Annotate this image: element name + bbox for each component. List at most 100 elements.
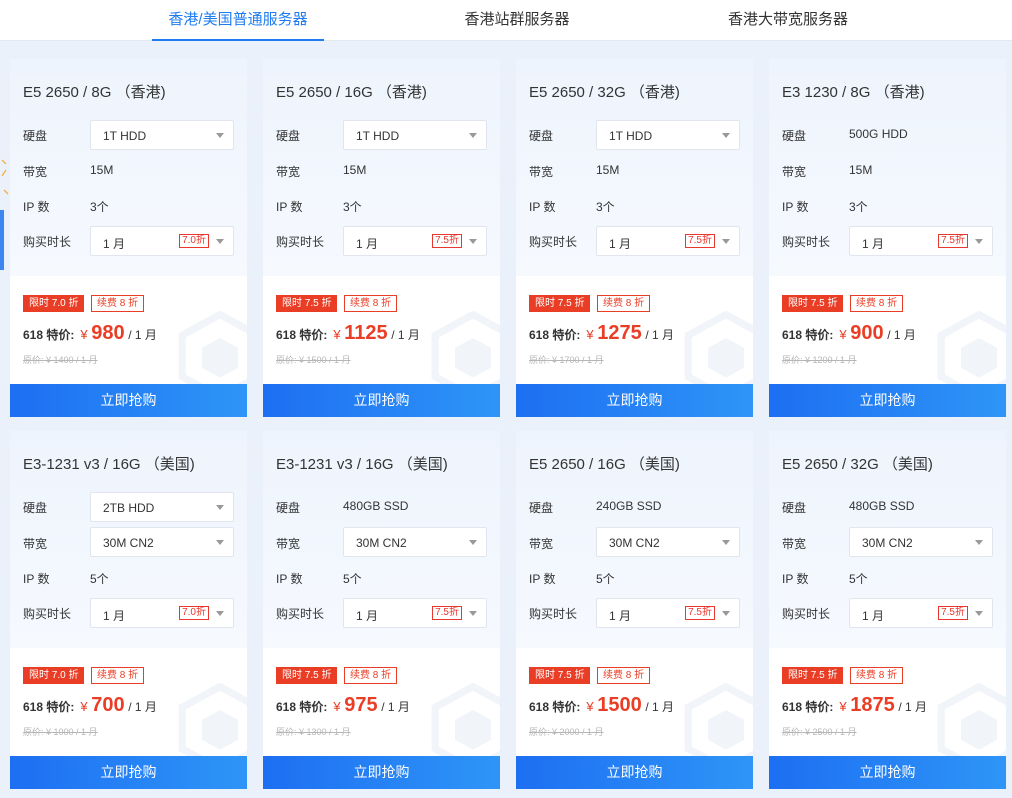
sale-price-value: 1500 bbox=[597, 694, 642, 716]
chevron-down-icon bbox=[722, 133, 730, 138]
sale-price: 618 特价: ¥ 1875 / 1 月 bbox=[782, 694, 927, 722]
disk-select[interactable]: 1T HDD bbox=[596, 120, 740, 150]
product-card-3: E5 2650 / 32G （香港) 硬盘 1T HDD 带宽 15M IP 数… bbox=[516, 59, 753, 417]
renewal-discount-badge: 续费 8 折 bbox=[344, 667, 398, 684]
product-card-4: E3 1230 / 8G （香港) 硬盘 500G HDD 带宽 15M IP … bbox=[769, 59, 1006, 417]
duration-select[interactable]: 1 月 7.5折 bbox=[343, 598, 487, 628]
duration-value: 1 月 bbox=[103, 609, 126, 623]
currency-symbol: ¥ bbox=[839, 327, 847, 342]
limited-discount-badge: 限时 7.5 折 bbox=[276, 295, 338, 312]
original-price: 原价: ¥ 1400 / 1 月 bbox=[23, 355, 98, 365]
disk-label: 硬盘 bbox=[276, 501, 301, 515]
duration-value: 1 月 bbox=[356, 237, 379, 251]
buy-now-button[interactable]: 立即抢购 bbox=[516, 384, 753, 417]
sale-price-label: 618 特价: bbox=[529, 700, 581, 714]
buy-now-button[interactable]: 立即抢购 bbox=[516, 756, 753, 789]
tab-bar: 香港/美国普通服务器 香港站群服务器 香港大带宽服务器 bbox=[0, 0, 1012, 41]
product-card-2: E5 2650 / 16G （香港) 硬盘 1T HDD 带宽 15M IP 数… bbox=[263, 59, 500, 417]
tab-hk-us-standard[interactable]: 香港/美国普通服务器 bbox=[152, 0, 324, 41]
chevron-down-icon bbox=[469, 239, 477, 244]
duration-value: 1 月 bbox=[862, 237, 885, 251]
bandwidth-label: 带宽 bbox=[782, 165, 807, 179]
sale-price: 618 特价: ¥ 975 / 1 月 bbox=[276, 694, 410, 722]
discount-tag: 7.5折 bbox=[685, 606, 715, 620]
price-unit: / 1 月 bbox=[887, 328, 916, 342]
disk-value: 1T HDD bbox=[103, 129, 147, 143]
bandwidth-value: 30M CN2 bbox=[356, 536, 407, 550]
discount-tag: 7.5折 bbox=[938, 606, 968, 620]
disk-select[interactable]: 1T HDD bbox=[90, 120, 234, 150]
bandwidth-select[interactable]: 30M CN2 bbox=[849, 527, 993, 557]
duration-label: 购买时长 bbox=[276, 607, 325, 621]
limited-discount-badge: 限时 7.5 折 bbox=[529, 295, 591, 312]
duration-select[interactable]: 1 月 7.5折 bbox=[343, 226, 487, 256]
price-unit: / 1 月 bbox=[381, 700, 410, 714]
duration-select[interactable]: 1 月 7.5折 bbox=[849, 598, 993, 628]
bandwidth-select[interactable]: 30M CN2 bbox=[596, 527, 740, 557]
chevron-down-icon bbox=[722, 239, 730, 244]
sale-price-label: 618 特价: bbox=[782, 328, 834, 342]
bandwidth-value: 15M bbox=[849, 163, 873, 177]
sale-price: 618 特价: ¥ 1125 / 1 月 bbox=[276, 322, 420, 350]
sale-price-label: 618 特价: bbox=[276, 700, 328, 714]
ip-count-value: 5个 bbox=[343, 572, 362, 586]
ip-count-value: 3个 bbox=[90, 200, 109, 214]
card-title: E5 2650 / 32G （美国) bbox=[782, 456, 933, 473]
sale-price-label: 618 特价: bbox=[276, 328, 328, 342]
limited-discount-badge: 限时 7.0 折 bbox=[23, 295, 85, 312]
sale-price-label: 618 特价: bbox=[23, 700, 75, 714]
sale-price: 618 特价: ¥ 980 / 1 月 bbox=[23, 322, 157, 350]
tab-hk-high-bandwidth[interactable]: 香港大带宽服务器 bbox=[716, 0, 860, 41]
currency-symbol: ¥ bbox=[80, 327, 88, 342]
product-card-5: E3-1231 v3 / 16G （美国) 硬盘 2TB HDD 带宽 30M … bbox=[10, 431, 247, 789]
renewal-discount-badge: 续费 8 折 bbox=[597, 667, 651, 684]
bandwidth-select[interactable]: 30M CN2 bbox=[90, 527, 234, 557]
tab-hk-site-group[interactable]: 香港站群服务器 bbox=[447, 0, 587, 41]
duration-select[interactable]: 1 月 7.0折 bbox=[90, 598, 234, 628]
duration-label: 购买时长 bbox=[782, 607, 831, 621]
buy-now-button[interactable]: 立即抢购 bbox=[10, 756, 247, 789]
buy-now-button[interactable]: 立即抢购 bbox=[263, 756, 500, 789]
bandwidth-value: 15M bbox=[343, 163, 367, 177]
discount-tag: 7.5折 bbox=[685, 234, 715, 248]
sale-price-label: 618 特价: bbox=[529, 328, 581, 342]
duration-value: 1 月 bbox=[862, 609, 885, 623]
ip-count-label: IP 数 bbox=[782, 200, 809, 214]
original-price: 原价: ¥ 1000 / 1 月 bbox=[23, 727, 98, 737]
bandwidth-value: 15M bbox=[596, 163, 620, 177]
disk-label: 硬盘 bbox=[276, 129, 301, 143]
discount-tag: 7.0折 bbox=[179, 606, 209, 620]
duration-select[interactable]: 1 月 7.0折 bbox=[90, 226, 234, 256]
disk-value: 480GB SSD bbox=[849, 499, 915, 513]
price-unit: / 1 月 bbox=[898, 700, 928, 714]
chevron-down-icon bbox=[216, 239, 224, 244]
disk-select[interactable]: 1T HDD bbox=[343, 120, 487, 150]
disk-label: 硬盘 bbox=[529, 501, 554, 515]
duration-label: 购买时长 bbox=[529, 607, 578, 621]
sale-price-label: 618 特价: bbox=[23, 328, 75, 342]
product-card-7: E5 2650 / 16G （美国) 硬盘 240GB SSD 带宽 30M C… bbox=[516, 431, 753, 789]
duration-select[interactable]: 1 月 7.5折 bbox=[596, 598, 740, 628]
buy-now-button[interactable]: 立即抢购 bbox=[769, 756, 1006, 789]
duration-select[interactable]: 1 月 7.5折 bbox=[849, 226, 993, 256]
bandwidth-value: 30M CN2 bbox=[103, 536, 154, 550]
disk-value: 240GB SSD bbox=[596, 499, 662, 513]
buy-now-button[interactable]: 立即抢购 bbox=[10, 384, 247, 417]
buy-now-button[interactable]: 立即抢购 bbox=[263, 384, 500, 417]
renewal-discount-badge: 续费 8 折 bbox=[850, 295, 904, 312]
original-price: 原价: ¥ 2000 / 1 月 bbox=[529, 727, 604, 737]
buy-now-button[interactable]: 立即抢购 bbox=[769, 384, 1006, 417]
card-title: E5 2650 / 32G （香港) bbox=[529, 84, 680, 101]
discount-tag: 7.5折 bbox=[432, 234, 462, 248]
discount-tag: 7.0折 bbox=[179, 234, 209, 248]
disk-select[interactable]: 2TB HDD bbox=[90, 492, 234, 522]
renewal-discount-badge: 续费 8 折 bbox=[597, 295, 651, 312]
bandwidth-select[interactable]: 30M CN2 bbox=[343, 527, 487, 557]
currency-symbol: ¥ bbox=[80, 699, 88, 714]
disk-value: 1T HDD bbox=[609, 129, 653, 143]
renewal-discount-badge: 续费 8 折 bbox=[91, 667, 145, 684]
duration-select[interactable]: 1 月 7.5折 bbox=[596, 226, 740, 256]
ip-count-value: 3个 bbox=[849, 200, 868, 214]
product-card-6: E3-1231 v3 / 16G （美国) 硬盘 480GB SSD 带宽 30… bbox=[263, 431, 500, 789]
price-unit: / 1 月 bbox=[128, 328, 157, 342]
